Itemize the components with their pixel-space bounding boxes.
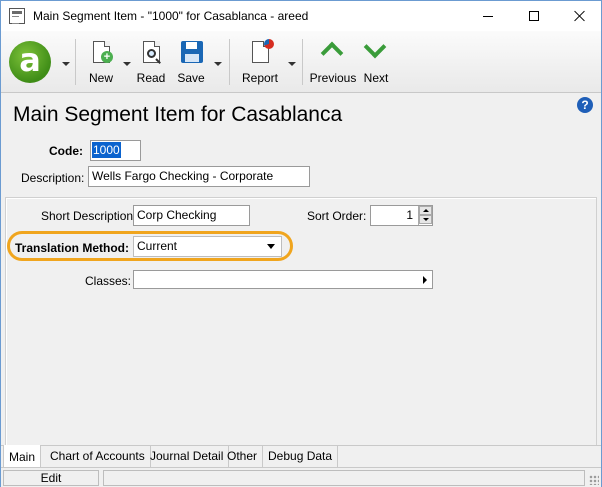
translation-method-value: Current xyxy=(137,239,178,253)
save-floppy-icon xyxy=(177,39,205,67)
spin-down-icon[interactable] xyxy=(419,215,432,224)
code-value: 1000 xyxy=(92,142,121,158)
status-mode: Edit xyxy=(3,470,99,486)
toolbar-separator xyxy=(75,39,76,85)
minimize-button[interactable] xyxy=(465,1,511,31)
next-button[interactable]: Next xyxy=(362,35,390,89)
next-button-label: Next xyxy=(363,71,389,85)
classes-input[interactable] xyxy=(133,270,433,289)
toolbar: a + New Read Save Report Previous Next xyxy=(1,31,601,93)
logo-letter: a xyxy=(19,41,41,79)
title-bar[interactable]: Main Segment Item - "1000" for Casablanc… xyxy=(1,1,601,31)
description-label: Description: xyxy=(21,171,85,185)
new-button[interactable]: + New xyxy=(85,39,117,89)
maximize-icon xyxy=(529,11,539,21)
short-description-label: Short Description: xyxy=(41,209,137,223)
save-button-label: Save xyxy=(177,71,205,85)
toolbar-separator xyxy=(302,39,303,85)
sort-order-value: 1 xyxy=(406,208,413,222)
help-icon[interactable]: ? xyxy=(577,97,593,113)
main-segment-item-window: Main Segment Item - "1000" for Casablanc… xyxy=(0,0,602,487)
read-button-label: Read xyxy=(136,71,166,85)
previous-button-label: Previous xyxy=(309,71,357,85)
window-title: Main Segment Item - "1000" for Casablanc… xyxy=(33,9,309,23)
maximize-button[interactable] xyxy=(511,1,557,31)
chevron-right-icon[interactable] xyxy=(423,276,427,284)
report-button-label: Report xyxy=(241,71,279,85)
short-description-input[interactable]: Corp Checking xyxy=(133,205,250,226)
report-button[interactable]: Report xyxy=(241,39,279,89)
tab-strip: Main Chart of Accounts Journal Detail Ot… xyxy=(1,445,601,469)
classes-label: Classes: xyxy=(85,274,132,288)
read-button[interactable]: Read xyxy=(135,39,167,89)
tab-other[interactable]: Other xyxy=(222,446,264,467)
code-label: Code: xyxy=(49,144,83,158)
report-chart-icon xyxy=(246,39,274,67)
read-magnifier-icon xyxy=(137,39,165,67)
report-dropdown-arrow-icon[interactable] xyxy=(288,62,296,66)
logo-dropdown-arrow-icon[interactable] xyxy=(62,62,70,66)
chevron-down-icon xyxy=(362,35,390,67)
sort-order-input[interactable]: 1 xyxy=(370,205,433,226)
translation-method-select[interactable]: Current xyxy=(133,236,282,257)
save-button[interactable]: Save xyxy=(175,39,207,89)
chevron-up-icon xyxy=(319,39,347,67)
tab-chart-of-accounts[interactable]: Chart of Accounts xyxy=(45,446,151,467)
minimize-icon xyxy=(483,15,493,17)
close-icon xyxy=(574,10,586,22)
translation-method-label: Translation Method: xyxy=(15,241,129,255)
sort-order-spinner[interactable] xyxy=(418,206,432,225)
close-button[interactable] xyxy=(557,1,602,31)
sort-order-label: Sort Order: xyxy=(307,209,367,223)
toolbar-separator xyxy=(229,39,230,85)
status-message xyxy=(103,470,585,486)
page-title: Main Segment Item for Casablanca xyxy=(13,103,343,126)
description-input[interactable]: Wells Fargo Checking - Corporate xyxy=(88,166,310,187)
save-dropdown-arrow-icon[interactable] xyxy=(214,62,222,66)
code-input[interactable]: 1000 xyxy=(90,140,141,161)
app-logo-button[interactable]: a xyxy=(9,41,51,83)
spin-up-icon[interactable] xyxy=(419,206,432,215)
new-dropdown-arrow-icon[interactable] xyxy=(123,62,131,66)
tab-journal-detail[interactable]: Journal Detail xyxy=(145,446,230,467)
resize-grip-icon[interactable] xyxy=(589,475,599,485)
window-app-icon xyxy=(9,8,25,24)
previous-button[interactable]: Previous xyxy=(309,39,357,89)
new-document-icon: + xyxy=(87,39,115,67)
tab-main[interactable]: Main xyxy=(3,445,42,469)
form-content: ? Main Segment Item for Casablanca Code:… xyxy=(1,93,601,445)
chevron-down-icon xyxy=(267,244,275,249)
tab-debug-data[interactable]: Debug Data xyxy=(263,446,339,467)
status-bar: Edit xyxy=(1,467,601,487)
new-button-label: New xyxy=(88,71,113,85)
